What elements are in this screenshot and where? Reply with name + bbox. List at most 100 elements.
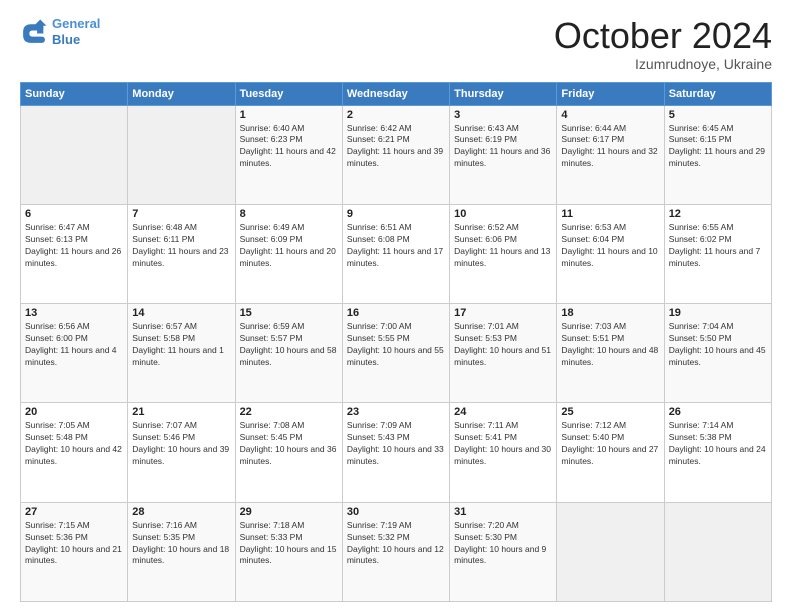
day-info: Sunrise: 7:09 AM Sunset: 5:43 PM Dayligh…: [347, 420, 445, 468]
day-number: 20: [25, 406, 123, 418]
day-number: 22: [240, 406, 338, 418]
day-number: 15: [240, 307, 338, 319]
day-number: 1: [240, 109, 338, 121]
day-info: Sunrise: 7:20 AM Sunset: 5:30 PM Dayligh…: [454, 520, 552, 568]
calendar-cell: [128, 105, 235, 204]
calendar-cell: 13Sunrise: 6:56 AM Sunset: 6:00 PM Dayli…: [21, 304, 128, 403]
calendar-cell: 17Sunrise: 7:01 AM Sunset: 5:53 PM Dayli…: [450, 304, 557, 403]
calendar-cell: 28 Sunrise: 7:16 AM Sunset: 5:35 PM Dayli…: [128, 502, 235, 601]
calendar-cell: 7 Sunrise: 6:48 AM Sunset: 6:11 PM Daylig…: [128, 204, 235, 303]
calendar-table: SundayMondayTuesdayWednesdayThursdayFrid…: [20, 82, 772, 602]
day-info: Sunrise: 7:04 AM Sunset: 5:50 PM Dayligh…: [669, 321, 767, 369]
calendar-cell: 27Sunrise: 7:15 AM Sunset: 5:36 PM Dayli…: [21, 502, 128, 601]
calendar-cell: 18 Sunrise: 7:03 AM Sunset: 5:51 PM Dayli…: [557, 304, 664, 403]
day-number: 23: [347, 406, 445, 418]
logo-icon: [20, 18, 48, 46]
day-number: 25: [561, 406, 659, 418]
day-number: 27: [25, 506, 123, 518]
calendar-cell: [557, 502, 664, 601]
logo: General Blue: [20, 16, 100, 47]
calendar-cell: 1 Sunrise: 6:40 AM Sunset: 6:23 PM Daylig…: [235, 105, 342, 204]
calendar-cell: 12 Sunrise: 6:55 AM Sunset: 6:02 PM Dayli…: [664, 204, 771, 303]
day-info: Sunrise: 6:43 AM Sunset: 6:19 PM Dayligh…: [454, 123, 552, 171]
day-info: Sunrise: 7:19 AM Sunset: 5:32 PM Dayligh…: [347, 520, 445, 568]
day-number: 21: [132, 406, 230, 418]
calendar-cell: 3 Sunrise: 6:43 AM Sunset: 6:19 PM Daylig…: [450, 105, 557, 204]
calendar-cell: [664, 502, 771, 601]
day-info: Sunrise: 7:12 AM Sunset: 5:40 PM Dayligh…: [561, 420, 659, 468]
calendar-cell: 30 Sunrise: 7:19 AM Sunset: 5:32 PM Dayli…: [342, 502, 449, 601]
calendar-cell: 23 Sunrise: 7:09 AM Sunset: 5:43 PM Dayli…: [342, 403, 449, 502]
calendar-cell: 29Sunrise: 7:18 AM Sunset: 5:33 PM Dayli…: [235, 502, 342, 601]
day-info: Sunrise: 7:16 AM Sunset: 5:35 PM Dayligh…: [132, 520, 230, 568]
day-info: Sunrise: 7:08 AM Sunset: 5:45 PM Dayligh…: [240, 420, 338, 468]
day-info: Sunrise: 6:48 AM Sunset: 6:11 PM Dayligh…: [132, 222, 230, 270]
calendar-week-row: 6Sunrise: 6:47 AM Sunset: 6:13 PM Daylig…: [21, 204, 772, 303]
day-info: Sunrise: 6:44 AM Sunset: 6:17 PM Dayligh…: [561, 123, 659, 171]
logo-text: General Blue: [52, 16, 100, 47]
calendar-cell: 6Sunrise: 6:47 AM Sunset: 6:13 PM Daylig…: [21, 204, 128, 303]
calendar-week-row: 13Sunrise: 6:56 AM Sunset: 6:00 PM Dayli…: [21, 304, 772, 403]
calendar-week-row: 27Sunrise: 7:15 AM Sunset: 5:36 PM Dayli…: [21, 502, 772, 601]
day-info: Sunrise: 6:51 AM Sunset: 6:08 PM Dayligh…: [347, 222, 445, 270]
day-number: 2: [347, 109, 445, 121]
calendar-cell: 21Sunrise: 7:07 AM Sunset: 5:46 PM Dayli…: [128, 403, 235, 502]
calendar-cell: 19Sunrise: 7:04 AM Sunset: 5:50 PM Dayli…: [664, 304, 771, 403]
day-info: Sunrise: 6:57 AM Sunset: 5:58 PM Dayligh…: [132, 321, 230, 369]
day-number: 31: [454, 506, 552, 518]
day-number: 10: [454, 208, 552, 220]
calendar-week-row: 1 Sunrise: 6:40 AM Sunset: 6:23 PM Daylig…: [21, 105, 772, 204]
day-number: 6: [25, 208, 123, 220]
calendar-cell: 11Sunrise: 6:53 AM Sunset: 6:04 PM Dayli…: [557, 204, 664, 303]
day-number: 30: [347, 506, 445, 518]
day-info: Sunrise: 7:00 AM Sunset: 5:55 PM Dayligh…: [347, 321, 445, 369]
day-number: 26: [669, 406, 767, 418]
day-number: 18: [561, 307, 659, 319]
day-number: 12: [669, 208, 767, 220]
day-number: 28: [132, 506, 230, 518]
calendar-cell: 4Sunrise: 6:44 AM Sunset: 6:17 PM Daylig…: [557, 105, 664, 204]
day-info: Sunrise: 7:11 AM Sunset: 5:41 PM Dayligh…: [454, 420, 552, 468]
day-number: 17: [454, 307, 552, 319]
calendar-cell: 16 Sunrise: 7:00 AM Sunset: 5:55 PM Dayli…: [342, 304, 449, 403]
day-info: Sunrise: 6:40 AM Sunset: 6:23 PM Dayligh…: [240, 123, 338, 171]
title-block: October 2024 Izumrudnoye, Ukraine: [554, 16, 772, 72]
calendar-week-row: 20 Sunrise: 7:05 AM Sunset: 5:48 PM Dayli…: [21, 403, 772, 502]
col-header-friday: Friday: [557, 82, 664, 105]
calendar-cell: 26 Sunrise: 7:14 AM Sunset: 5:38 PM Dayli…: [664, 403, 771, 502]
calendar-cell: [21, 105, 128, 204]
day-number: 24: [454, 406, 552, 418]
calendar-header-row: SundayMondayTuesdayWednesdayThursdayFrid…: [21, 82, 772, 105]
calendar-cell: 14 Sunrise: 6:57 AM Sunset: 5:58 PM Dayli…: [128, 304, 235, 403]
calendar-cell: 25 Sunrise: 7:12 AM Sunset: 5:40 PM Dayli…: [557, 403, 664, 502]
day-info: Sunrise: 6:49 AM Sunset: 6:09 PM Dayligh…: [240, 222, 338, 270]
col-header-tuesday: Tuesday: [235, 82, 342, 105]
day-number: 7: [132, 208, 230, 220]
header: General Blue October 2024 Izumrudnoye, U…: [20, 16, 772, 72]
day-info: Sunrise: 7:14 AM Sunset: 5:38 PM Dayligh…: [669, 420, 767, 468]
day-number: 14: [132, 307, 230, 319]
day-info: Sunrise: 7:03 AM Sunset: 5:51 PM Dayligh…: [561, 321, 659, 369]
calendar-cell: 9Sunrise: 6:51 AM Sunset: 6:08 PM Daylig…: [342, 204, 449, 303]
day-number: 29: [240, 506, 338, 518]
day-number: 3: [454, 109, 552, 121]
day-number: 8: [240, 208, 338, 220]
calendar-cell: 2 Sunrise: 6:42 AM Sunset: 6:21 PM Daylig…: [342, 105, 449, 204]
day-number: 13: [25, 307, 123, 319]
calendar-cell: 10Sunrise: 6:52 AM Sunset: 6:06 PM Dayli…: [450, 204, 557, 303]
day-number: 5: [669, 109, 767, 121]
day-number: 16: [347, 307, 445, 319]
calendar-cell: 20 Sunrise: 7:05 AM Sunset: 5:48 PM Dayli…: [21, 403, 128, 502]
calendar-cell: 31 Sunrise: 7:20 AM Sunset: 5:30 PM Dayli…: [450, 502, 557, 601]
page: General Blue October 2024 Izumrudnoye, U…: [0, 0, 792, 612]
month-title: October 2024: [554, 16, 772, 56]
col-header-wednesday: Wednesday: [342, 82, 449, 105]
day-info: Sunrise: 6:55 AM Sunset: 6:02 PM Dayligh…: [669, 222, 767, 270]
col-header-saturday: Saturday: [664, 82, 771, 105]
day-number: 11: [561, 208, 659, 220]
day-info: Sunrise: 6:42 AM Sunset: 6:21 PM Dayligh…: [347, 123, 445, 171]
calendar-cell: 24 Sunrise: 7:11 AM Sunset: 5:41 PM Dayli…: [450, 403, 557, 502]
col-header-monday: Monday: [128, 82, 235, 105]
calendar-cell: 5Sunrise: 6:45 AM Sunset: 6:15 PM Daylig…: [664, 105, 771, 204]
day-info: Sunrise: 7:05 AM Sunset: 5:48 PM Dayligh…: [25, 420, 123, 468]
